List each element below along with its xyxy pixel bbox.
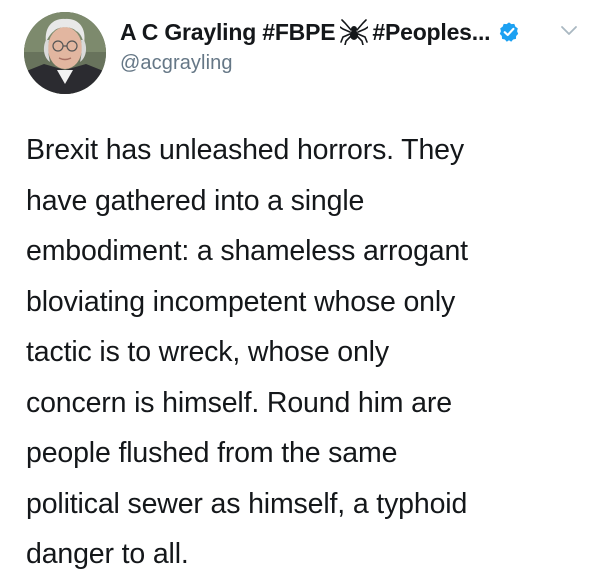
- verified-badge-icon: [498, 21, 520, 43]
- author-handle[interactable]: @acgrayling: [120, 52, 590, 75]
- tweet-text-line: political sewer as himself, a typhoid: [26, 487, 468, 520]
- tweet-text-line: embodiment: a shameless arrogant: [26, 235, 468, 267]
- tweet-text-line: people flushed from the same: [26, 437, 398, 469]
- tweet-text: Brexit has unleashed horrors. They have …: [26, 125, 586, 580]
- author-display-name[interactable]: A C Grayling #FBPE: [120, 19, 336, 46]
- tweet-text-line: concern is himself. Round him are: [26, 386, 452, 419]
- tweet-text-line: danger to all.: [26, 538, 189, 570]
- avatar[interactable]: [24, 12, 106, 94]
- spider-icon: [339, 19, 370, 46]
- author-display-name-tail[interactable]: #Peoples...: [372, 19, 490, 46]
- chevron-down-icon[interactable]: [560, 24, 578, 38]
- tweet-text-line: bloviating incompetent whose only: [26, 285, 456, 318]
- avatar-image: [24, 12, 106, 94]
- tweet-card: A C Grayling #FBPE #Peoples... @acgrayli…: [0, 0, 600, 576]
- tweet-header: A C Grayling #FBPE #Peoples... @acgrayli…: [120, 16, 590, 86]
- tweet-text-line: have gathered into a single: [26, 184, 365, 217]
- tweet-text-line: Brexit has unleashed horrors. They: [26, 134, 464, 166]
- tweet-text-line: tactic is to wreck, whose only: [26, 336, 389, 368]
- author-name-row[interactable]: A C Grayling #FBPE #Peoples...: [120, 16, 590, 48]
